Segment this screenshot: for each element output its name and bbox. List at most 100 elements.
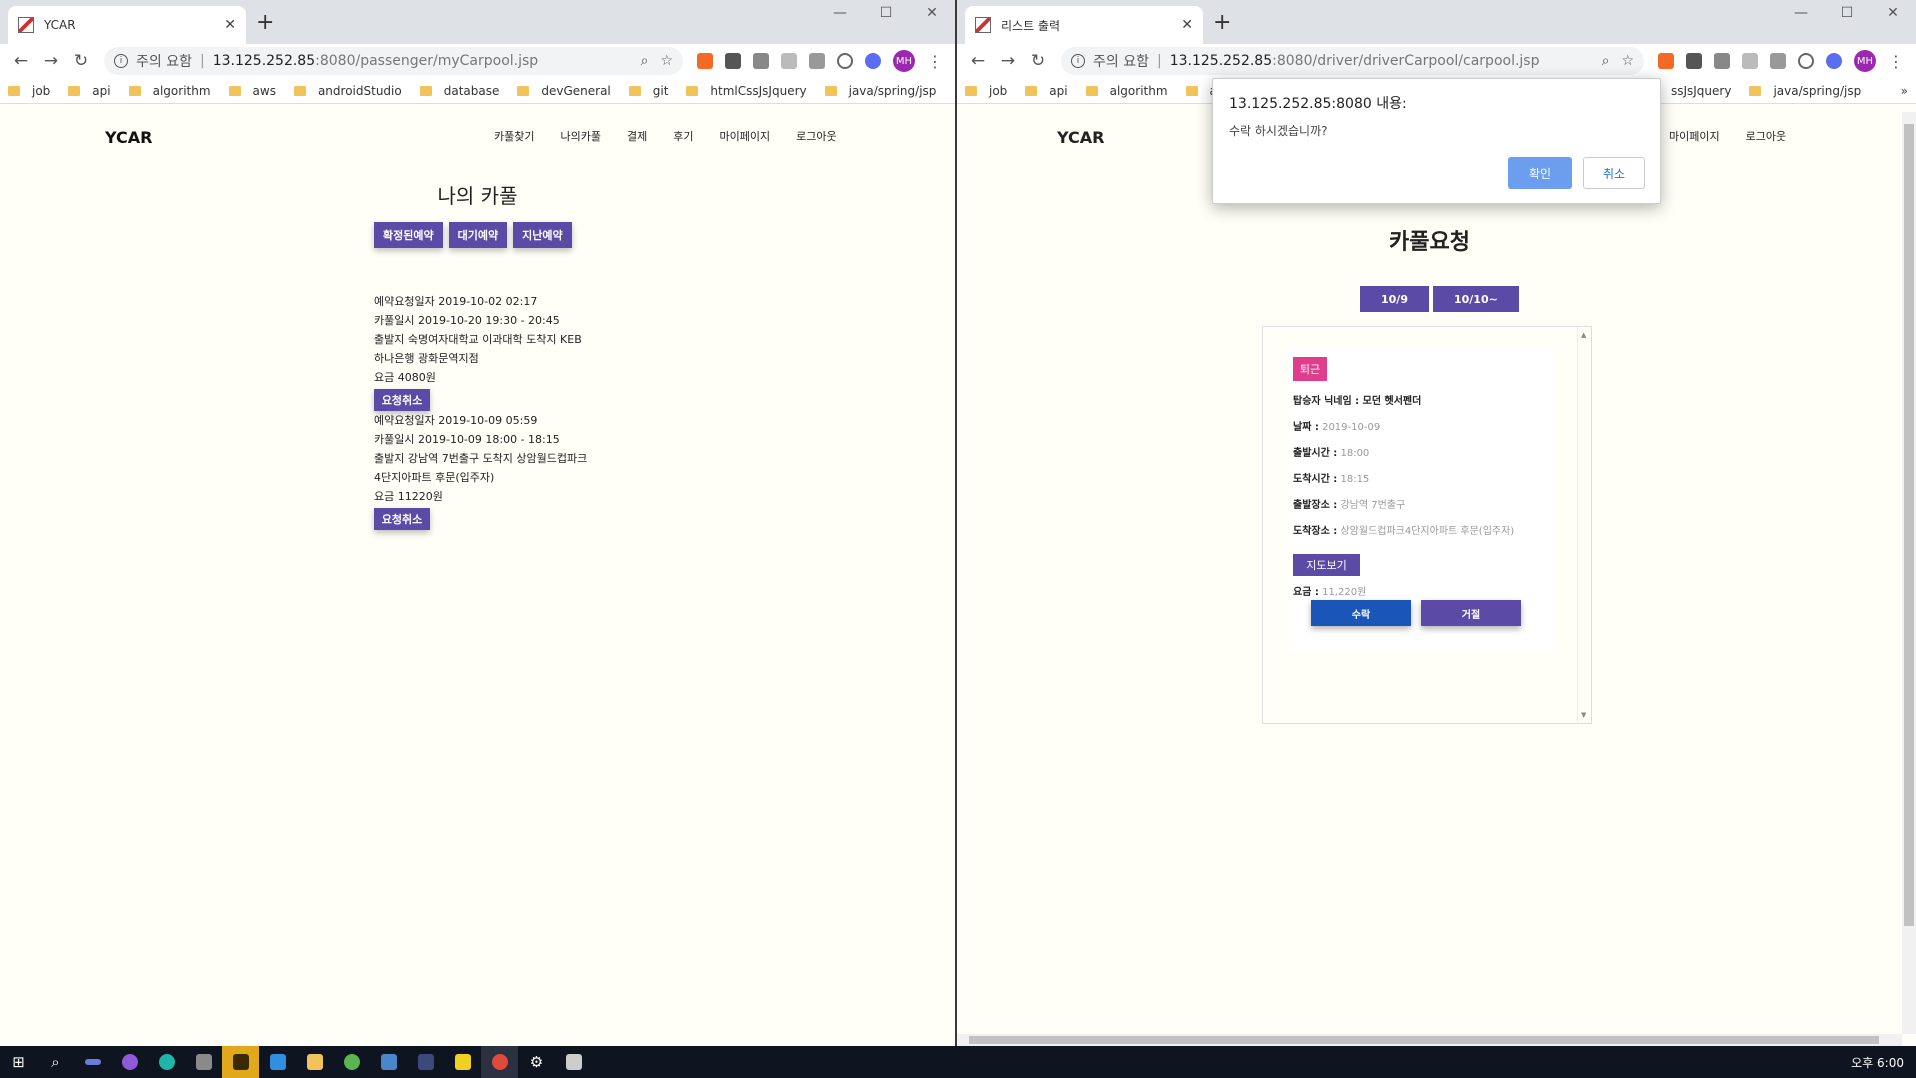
extension-code-icon[interactable]: [837, 53, 853, 69]
extension-reader-icon[interactable]: [1686, 53, 1702, 69]
bookmark-folder[interactable]: algorithm: [1085, 84, 1168, 98]
maximize-icon[interactable]: ☐: [1824, 0, 1870, 26]
reload-icon[interactable]: ↻: [66, 51, 96, 71]
reload-icon[interactable]: ↻: [1023, 51, 1053, 71]
dialog-cancel-button[interactable]: 취소: [1583, 157, 1645, 189]
cancel-request-button[interactable]: 요청취소: [374, 508, 430, 530]
back-icon[interactable]: ←: [6, 51, 36, 71]
accept-button[interactable]: 수락: [1311, 600, 1411, 626]
minimize-icon[interactable]: —: [1778, 0, 1824, 26]
vscode-icon[interactable]: [259, 1046, 296, 1078]
search-icon[interactable]: ⌕: [37, 1046, 74, 1078]
menu-kebab-icon[interactable]: ⋮: [921, 52, 949, 71]
request-list[interactable]: ▲ ▼ 퇴근 탑승자 닉네임 : 모던 헷서펜더 날짜 : 2019-10-09…: [1262, 326, 1592, 724]
new-tab-icon[interactable]: +: [256, 10, 274, 35]
bookmark-folder[interactable]: java/spring/jsp: [824, 84, 936, 98]
app-icon[interactable]: [111, 1046, 148, 1078]
bookmark-folder[interactable]: ssJsJquery: [1671, 84, 1731, 98]
tab-confirmed[interactable]: 확정된예약: [374, 222, 443, 248]
bookmark-folder[interactable]: algorithm: [128, 84, 211, 98]
menu-mypage[interactable]: 마이페이지: [719, 128, 770, 144]
page-vertical-scrollbar[interactable]: [1902, 112, 1916, 1034]
extension-code-icon[interactable]: [1798, 53, 1814, 69]
extension-tree-icon[interactable]: [781, 53, 797, 69]
more-bookmarks-icon[interactable]: »: [1901, 84, 1908, 98]
scroll-down-icon[interactable]: ▼: [1581, 711, 1586, 719]
extension-image-icon[interactable]: [1770, 53, 1786, 69]
extension-ex-icon[interactable]: [697, 53, 713, 69]
menu-payment[interactable]: 결제: [627, 128, 647, 144]
address-bar[interactable]: i 주의 요함 | 13.125.252.85 :8080/driver/dri…: [1061, 47, 1644, 75]
settings-gear-icon[interactable]: ⚙: [518, 1046, 555, 1078]
scroll-thumb[interactable]: [1904, 124, 1914, 926]
extension-barcode-icon[interactable]: [753, 53, 769, 69]
extension-barcode-icon[interactable]: [1714, 53, 1730, 69]
page-horizontal-scrollbar[interactable]: [957, 1034, 1902, 1046]
reject-button[interactable]: 거절: [1421, 600, 1521, 626]
extension-reader-icon[interactable]: [725, 53, 741, 69]
list-scrollbar[interactable]: ▲ ▼: [1577, 327, 1591, 723]
address-bar[interactable]: i 주의 요함 | 13.125.252.85 :8080/passenger/…: [104, 47, 683, 75]
bookmark-folder[interactable]: job: [8, 84, 50, 98]
bookmark-star-icon[interactable]: ☆: [1621, 53, 1634, 69]
new-tab-icon[interactable]: +: [1213, 10, 1231, 35]
browser-tab[interactable]: YCAR ✕: [8, 6, 246, 44]
info-icon[interactable]: i: [114, 54, 128, 68]
menu-review[interactable]: 후기: [673, 128, 693, 144]
profile-avatar[interactable]: MH: [893, 50, 915, 72]
menu-my-carpool[interactable]: 나의카풀: [560, 128, 600, 144]
clock[interactable]: 오후 6:00: [1851, 1054, 1916, 1071]
app-icon[interactable]: [370, 1046, 407, 1078]
zoom-icon[interactable]: ⌕: [641, 53, 649, 69]
menu-logout[interactable]: 로그아웃: [1746, 128, 1786, 144]
view-map-button[interactable]: 지도보기: [1293, 554, 1360, 576]
close-tab-icon[interactable]: ✕: [224, 17, 236, 33]
menu-mypage[interactable]: 마이페이지: [1669, 128, 1720, 144]
start-icon[interactable]: ⊞: [0, 1046, 37, 1078]
file-explorer-icon[interactable]: [296, 1046, 333, 1078]
extension-tree-icon[interactable]: [1742, 53, 1758, 69]
bookmark-folder[interactable]: database: [419, 84, 499, 98]
photos-icon[interactable]: [555, 1046, 592, 1078]
bookmark-folder[interactable]: job: [965, 84, 1007, 98]
scroll-thumb[interactable]: [969, 1036, 1879, 1044]
bookmark-star-icon[interactable]: ☆: [660, 53, 673, 69]
app-icon[interactable]: [74, 1046, 111, 1078]
dialog-ok-button[interactable]: 확인: [1508, 157, 1572, 189]
profile-avatar[interactable]: MH: [1854, 50, 1876, 72]
tab-past[interactable]: 지난예약: [513, 222, 572, 248]
app-icon[interactable]: [185, 1046, 222, 1078]
maximize-icon[interactable]: ☐: [863, 0, 909, 26]
scroll-up-icon[interactable]: ▲: [1581, 331, 1586, 339]
kakaotalk-icon[interactable]: [222, 1046, 259, 1078]
minimize-icon[interactable]: —: [817, 0, 863, 26]
info-icon[interactable]: i: [1071, 54, 1085, 68]
chrome-icon[interactable]: [481, 1046, 518, 1078]
extension-hex-icon[interactable]: [865, 53, 881, 69]
cancel-request-button[interactable]: 요청취소: [374, 389, 430, 411]
zoom-icon[interactable]: ⌕: [1602, 53, 1610, 69]
bookmark-folder[interactable]: git: [628, 84, 668, 98]
bookmark-folder[interactable]: aws: [228, 84, 276, 98]
bookmark-folder[interactable]: htmlCssJsJquery: [686, 84, 807, 98]
site-logo[interactable]: YCAR: [1057, 128, 1104, 147]
menu-kebab-icon[interactable]: ⋮: [1882, 52, 1910, 71]
close-tab-icon[interactable]: ✕: [1181, 17, 1193, 33]
app-icon[interactable]: [148, 1046, 185, 1078]
bookmark-folder[interactable]: api: [1025, 84, 1068, 98]
bookmark-folder[interactable]: java/spring/jsp: [1749, 84, 1861, 98]
tab-waiting[interactable]: 대기예약: [448, 222, 508, 248]
app-icon[interactable]: [407, 1046, 444, 1078]
menu-find-carpool[interactable]: 카풀찾기: [494, 128, 534, 144]
close-window-icon[interactable]: ✕: [1870, 0, 1916, 26]
forward-icon[interactable]: →: [993, 51, 1023, 71]
browser-tab[interactable]: 리스트 출력 ✕: [965, 6, 1203, 44]
menu-logout[interactable]: 로그아웃: [796, 128, 836, 144]
bookmark-folder[interactable]: api: [68, 84, 111, 98]
bookmark-folder[interactable]: devGeneral: [517, 84, 611, 98]
tab-date-today[interactable]: 10/9: [1360, 286, 1429, 312]
close-window-icon[interactable]: ✕: [909, 0, 955, 26]
extension-ex-icon[interactable]: [1658, 53, 1674, 69]
extension-image-icon[interactable]: [809, 53, 825, 69]
extension-hex-icon[interactable]: [1826, 53, 1842, 69]
